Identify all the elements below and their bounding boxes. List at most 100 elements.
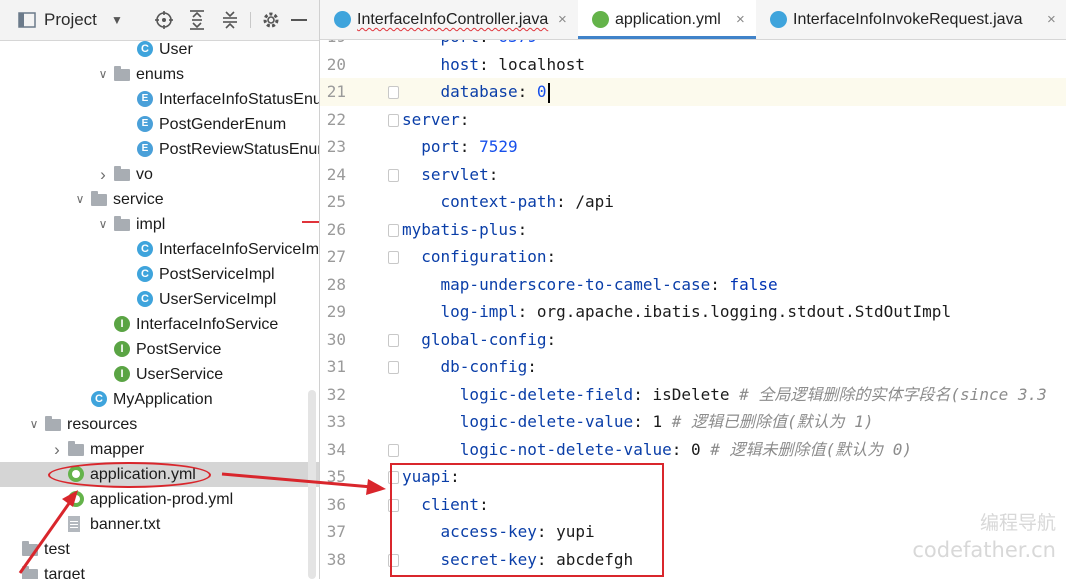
tree-item[interactable]: C MyApplication — [0, 387, 319, 412]
tree-item[interactable]: test — [0, 537, 319, 562]
fold-marker-icon[interactable] — [388, 443, 399, 457]
resources-folder-icon — [45, 416, 61, 431]
target-icon[interactable] — [154, 10, 174, 30]
tree-item[interactable]: I PostService — [0, 337, 319, 362]
line-number: 31 — [326, 357, 346, 376]
code-line[interactable]: 28 map-underscore-to-camel-case: false — [320, 271, 1066, 299]
code-token: : — [556, 192, 576, 211]
code-line[interactable]: 29 log-impl: org.apache.ibatis.logging.s… — [320, 298, 1066, 326]
tree-item[interactable]: I InterfaceInfoService — [0, 312, 319, 337]
code-line[interactable]: 24 servlet: — [320, 161, 1066, 189]
code-line[interactable]: 26 mybatis-plus: — [320, 216, 1066, 244]
chevron-right-icon[interactable]: › — [98, 162, 108, 187]
close-tab-icon[interactable]: × — [558, 0, 567, 39]
code-line[interactable]: 23 port: 7529 — [320, 133, 1066, 161]
interface-icon: I — [114, 316, 130, 332]
tree-item-label: PostServiceImpl — [159, 266, 275, 283]
gear-icon[interactable] — [261, 10, 281, 30]
tree-item-label: impl — [136, 216, 166, 233]
tree-item[interactable]: ∨ resources — [0, 412, 319, 437]
code-line[interactable]: 19 port: 6379 — [320, 40, 1066, 51]
expand-all-icon[interactable] — [188, 10, 206, 30]
code-line[interactable]: 22 server: — [320, 106, 1066, 134]
fold-marker-icon[interactable] — [388, 86, 399, 99]
tree-item[interactable]: C PostServiceImpl — [0, 262, 319, 287]
code-token: mybatis-plus — [402, 219, 518, 239]
editor-tab-label: InterfaceInfoInvokeRequest.java — [793, 11, 1023, 28]
tree-item[interactable]: target — [0, 562, 319, 579]
code-line[interactable]: 33 logic-delete-value: 1 # 逻辑已删除值(默认为 1) — [320, 408, 1066, 436]
code-token: isDelete — [652, 384, 730, 404]
code-token: : — [633, 384, 653, 404]
code-line[interactable]: 20 host: localhost — [320, 51, 1066, 79]
code-token: : — [488, 164, 499, 184]
tree-item[interactable]: ∨ enums — [0, 62, 319, 87]
tree-item[interactable]: ∨ impl — [0, 212, 319, 237]
yml-icon — [68, 491, 84, 507]
project-panel-title[interactable]: Project — [44, 0, 97, 40]
code-line[interactable]: 21 database: 0 — [320, 78, 1066, 106]
tree-item-label: resources — [67, 416, 138, 433]
code-token: 7529 — [479, 137, 518, 156]
code-token: : — [527, 357, 537, 376]
tree-item[interactable]: E PostGenderEnum — [0, 112, 319, 137]
code-token: : — [546, 247, 557, 266]
tree-item[interactable]: I UserService — [0, 362, 319, 387]
code-text: logic-not-delete-value: 0 # 逻辑未删除值(默认为 0… — [402, 436, 912, 464]
line-number: 24 — [326, 164, 346, 184]
editor-tab-label: InterfaceInfoController.java — [357, 11, 549, 28]
project-view-icon[interactable] — [18, 11, 36, 29]
chevron-down-icon[interactable]: ∨ — [98, 212, 108, 237]
code-token: context-path — [440, 192, 557, 211]
tree-item[interactable]: ∨ service — [0, 187, 319, 212]
chevron-right-icon[interactable]: › — [52, 437, 62, 462]
tree-item[interactable]: › vo — [0, 162, 319, 187]
code-token: false — [729, 274, 778, 294]
tree-item[interactable]: C InterfaceInfoServiceImpl — [0, 237, 319, 262]
close-tab-icon[interactable]: × — [736, 0, 745, 39]
tree-item[interactable]: › mapper — [0, 437, 319, 462]
editor-tab[interactable]: InterfaceInfoController.java × — [320, 0, 578, 39]
enum-icon: E — [137, 116, 153, 132]
chevron-down-icon[interactable]: ∨ — [29, 412, 39, 437]
chevron-down-icon[interactable]: ∨ — [75, 187, 85, 212]
fold-marker-icon[interactable] — [388, 223, 399, 237]
collapse-all-icon[interactable] — [221, 10, 239, 30]
tree-item[interactable]: application-prod.yml — [0, 487, 319, 512]
fold-marker-icon[interactable] — [388, 333, 399, 347]
tree-item[interactable]: C User — [0, 37, 319, 62]
code-token: : — [517, 82, 537, 101]
fold-marker-icon[interactable] — [388, 168, 399, 182]
yml-icon — [592, 11, 609, 28]
line-number: 25 — [326, 192, 346, 211]
code-token: : — [671, 439, 691, 459]
code-line[interactable]: 34 logic-not-delete-value: 0 # 逻辑未删除值(默认… — [320, 436, 1066, 464]
tree-item[interactable]: C UserServiceImpl — [0, 287, 319, 312]
project-view-dropdown-icon[interactable]: ▼ — [111, 0, 123, 40]
code-line[interactable]: 32 logic-delete-field: isDelete # 全局逻辑删除… — [320, 381, 1066, 409]
code-text: port: 6379 — [402, 40, 537, 51]
editor-tab[interactable]: InterfaceInfoInvokeRequest.java × — [756, 0, 1066, 39]
fold-marker-icon[interactable] — [388, 251, 399, 264]
tree-item[interactable]: banner.txt — [0, 512, 319, 537]
code-line[interactable]: 25 context-path: /api — [320, 188, 1066, 216]
code-token: : — [459, 109, 470, 129]
code-text: port: 7529 — [402, 133, 518, 161]
header-separator — [250, 12, 251, 28]
editor-tab[interactable]: application.yml × — [578, 0, 756, 39]
tree-item[interactable]: E InterfaceInfoStatusEnum — [0, 87, 319, 112]
fold-marker-icon[interactable] — [388, 113, 399, 127]
tree-item[interactable]: E PostReviewStatusEnum — [0, 137, 319, 162]
project-scrollbar[interactable] — [308, 390, 316, 579]
close-tab-icon[interactable]: × — [1047, 0, 1056, 39]
chevron-down-icon[interactable]: ∨ — [98, 62, 108, 87]
code-line[interactable]: 31 db-config: — [320, 353, 1066, 381]
code-line[interactable]: 27 configuration: — [320, 243, 1066, 271]
enum-icon: E — [137, 91, 153, 107]
fold-marker-icon[interactable] — [388, 361, 399, 374]
code-line[interactable]: 30 global-config: — [320, 326, 1066, 354]
minimize-icon[interactable] — [291, 19, 307, 21]
editor-tab-label: application.yml — [615, 11, 721, 28]
